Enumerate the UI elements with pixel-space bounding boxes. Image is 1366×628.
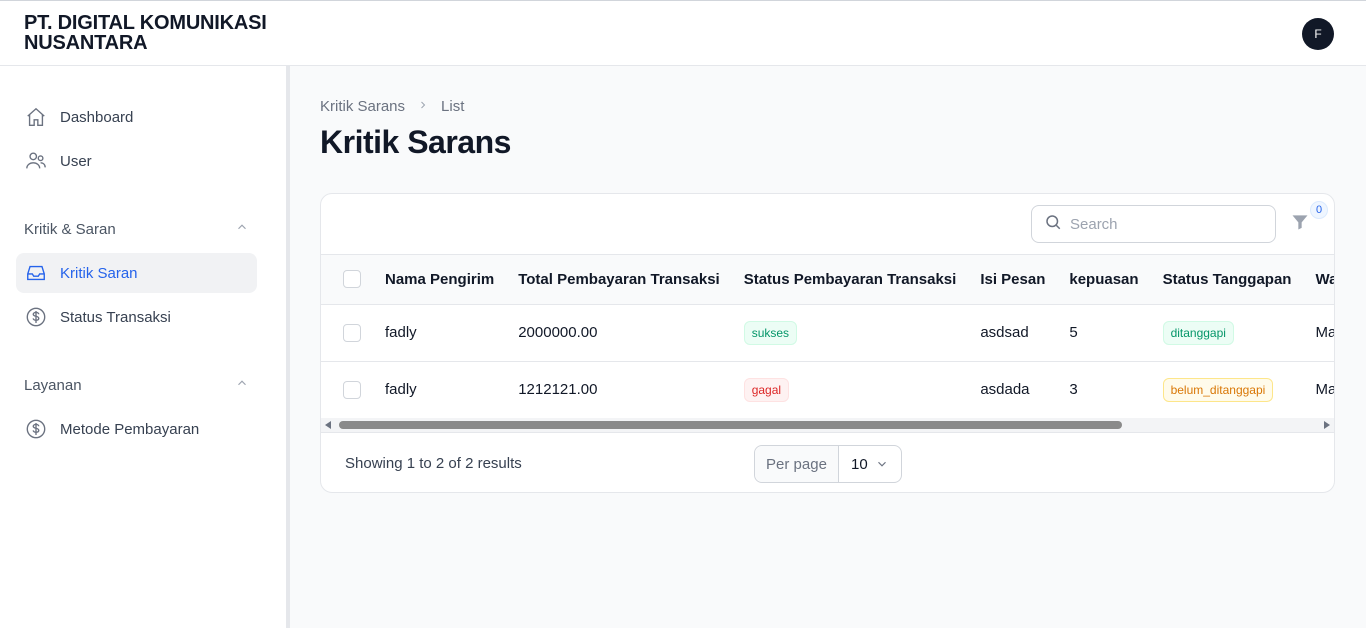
search-icon: [1044, 213, 1062, 236]
cell-waktu: May 4, 2025: [1315, 324, 1334, 341]
per-page-select[interactable]: Per page 10: [754, 445, 902, 483]
sidebar-item-label: Status Transaksi: [60, 308, 171, 326]
status-badge: belum_ditanggapi: [1162, 377, 1274, 402]
sidebar-item-label: User: [60, 152, 92, 170]
column-header-nama[interactable]: Nama Pengirim: [373, 255, 506, 304]
sidebar: Dashboard User Kritik & Saran Kritik Sar…: [0, 66, 290, 628]
home-icon: [24, 105, 48, 129]
table-row[interactable]: fadly 2000000.00 sukses asdsad 5 ditangg…: [321, 304, 1334, 361]
chevron-down-icon: [878, 461, 886, 467]
cell-total: 1212121.00: [518, 381, 598, 398]
cell-kepuasan: 3: [1069, 381, 1078, 398]
cell-isi: asdsad: [980, 324, 1029, 341]
table-container: Nama Pengirim Total Pembayaran Transaksi…: [321, 254, 1334, 432]
chevron-up-icon[interactable]: [235, 220, 249, 238]
sidebar-item-label: Metode Pembayaran: [60, 420, 200, 438]
sidebar-item-metode-pembayaran[interactable]: Metode Pembayaran: [16, 409, 257, 449]
table-card: 0 Nama Pengirim Total Pembayaran Transak…: [320, 193, 1335, 493]
scrollbar-thumb[interactable]: [339, 421, 1122, 429]
scroll-left-arrow-icon[interactable]: [325, 421, 331, 429]
cell-nama: fadly: [385, 324, 417, 341]
brand-name[interactable]: PT. DIGITAL KOMUNIKASI NUSANTARA: [24, 13, 304, 53]
column-header-isi[interactable]: Isi Pesan: [968, 255, 1057, 304]
cell-status-tanggapan: ditanggapi: [1151, 304, 1304, 361]
chevron-right-icon: [417, 98, 429, 115]
sidebar-item-kritik-saran[interactable]: Kritik Saran: [16, 253, 257, 293]
dollar-icon: [24, 417, 48, 441]
cell-isi: asdada: [980, 381, 1030, 398]
search-box[interactable]: [1031, 205, 1276, 243]
row-select-cell: [321, 304, 373, 361]
nav-group-label: Layanan: [24, 376, 82, 394]
table-row[interactable]: fadly 1212121.00 gagal asdada 3 belum_di…: [321, 361, 1334, 418]
column-header-total[interactable]: Total Pembayaran Transaksi: [506, 255, 731, 304]
breadcrumb-current: List: [441, 98, 465, 115]
avatar[interactable]: F: [1302, 18, 1334, 50]
status-badge: sukses: [743, 320, 798, 345]
select-all-cell: [321, 255, 373, 304]
data-table: Nama Pengirim Total Pembayaran Transaksi…: [321, 255, 1334, 419]
cell-status-bayar: gagal: [732, 361, 969, 418]
select-all-checkbox[interactable]: [343, 270, 361, 289]
row-checkbox[interactable]: [343, 380, 361, 399]
filter-count-badge: 0: [1310, 201, 1328, 219]
users-icon: [24, 149, 48, 173]
sidebar-item-status-transaksi[interactable]: Status Transaksi: [16, 297, 257, 337]
cell-total: 2000000.00: [518, 324, 598, 341]
row-checkbox[interactable]: [343, 323, 361, 342]
column-header-status-tanggapan[interactable]: Status Tanggapan: [1151, 255, 1304, 304]
per-page-label: Per page: [755, 446, 839, 482]
results-summary: Showing 1 to 2 of 2 results: [345, 455, 522, 472]
column-header-status-bayar[interactable]: Status Pembayaran Transaksi: [732, 255, 969, 304]
cell-nama: fadly: [385, 381, 417, 398]
per-page-value-text: 10: [851, 455, 868, 473]
inbox-icon: [24, 261, 48, 285]
status-badge: gagal: [743, 377, 790, 402]
table-header-row: Nama Pengirim Total Pembayaran Transaksi…: [321, 255, 1334, 304]
cell-status-tanggapan: belum_ditanggapi: [1151, 361, 1304, 418]
cell-waktu: May 4, 2025: [1315, 381, 1334, 398]
table-footer: Showing 1 to 2 of 2 results Per page 10: [321, 432, 1334, 492]
page-title: Kritik Sarans: [320, 124, 511, 160]
nav-group-kritik-saran[interactable]: Kritik & Saran: [24, 220, 249, 238]
status-badge: ditanggapi: [1162, 320, 1234, 345]
search-input[interactable]: [1070, 215, 1260, 233]
breadcrumb-parent[interactable]: Kritik Sarans: [320, 98, 405, 115]
row-select-cell: [321, 361, 373, 418]
cell-kepuasan: 5: [1069, 324, 1078, 341]
sidebar-item-label: Dashboard: [60, 108, 134, 126]
dollar-icon: [24, 305, 48, 329]
filter-icon[interactable]: [1290, 212, 1312, 234]
top-bar: PT. DIGITAL KOMUNIKASI NUSANTARA F: [0, 0, 1366, 66]
chevron-up-icon[interactable]: [235, 376, 249, 394]
breadcrumb: Kritik Sarans List: [320, 98, 464, 115]
scroll-right-arrow-icon[interactable]: [1324, 421, 1330, 429]
column-header-waktu[interactable]: Waktu Input: [1303, 255, 1334, 304]
per-page-value[interactable]: 10: [839, 456, 901, 473]
cell-status-bayar: sukses: [732, 304, 969, 361]
sidebar-item-user[interactable]: User: [16, 141, 257, 181]
sidebar-item-dashboard[interactable]: Dashboard: [16, 97, 257, 137]
sidebar-item-label: Kritik Saran: [60, 264, 138, 282]
column-header-kepuasan[interactable]: kepuasan: [1057, 255, 1150, 304]
horizontal-scrollbar[interactable]: [321, 418, 1334, 432]
nav-group-layanan[interactable]: Layanan: [24, 376, 249, 394]
nav-group-label: Kritik & Saran: [24, 220, 116, 238]
